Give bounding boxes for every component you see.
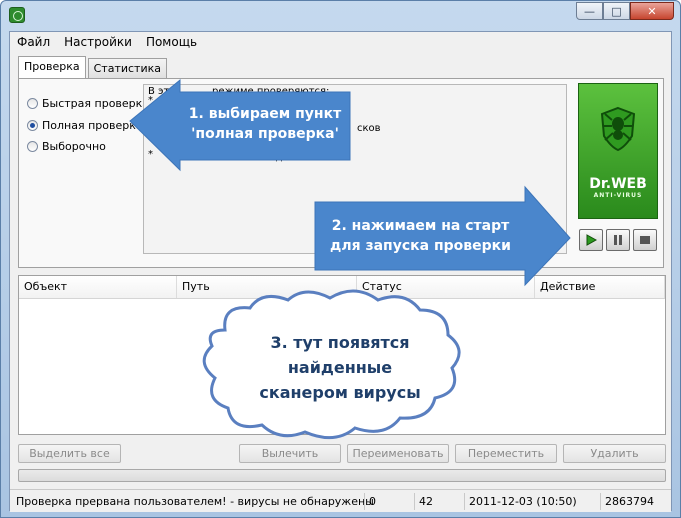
annotation-step1-line1: 1. выбираем пункт xyxy=(188,106,342,122)
annotation-step2-line2: для запуска проверки xyxy=(330,238,511,254)
annotation-step1-line2: 'полная проверка' xyxy=(191,126,339,142)
annotation-step3-line2: найденные xyxy=(287,358,393,377)
annotation-layer xyxy=(129,78,571,440)
annotation-step1: 1. выбираем пункт 'полная проверка' xyxy=(180,104,350,144)
annotation-step2: 2. нажимаем на старт для запуска проверк… xyxy=(318,216,523,256)
annotation-step2-line1: 2. нажимаем на старт xyxy=(331,218,510,234)
annotation-step3: 3. тут появятся найденные сканером вирус… xyxy=(240,330,440,405)
annotation-step3-line1: 3. тут появятся xyxy=(270,333,410,352)
annotation-step3-line3: сканером вирусы xyxy=(259,383,421,402)
